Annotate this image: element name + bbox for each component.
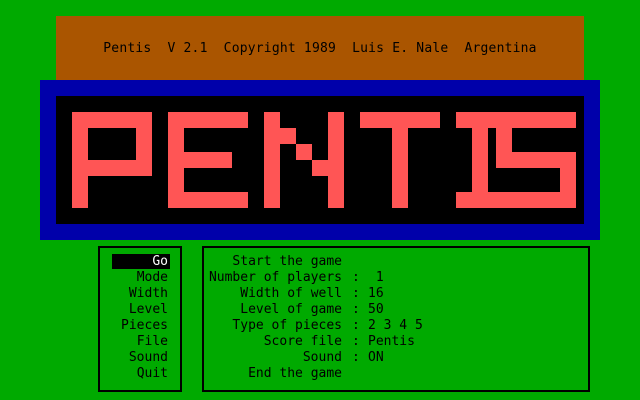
title-banner: Pentis V 2.1 Copyright 1989 Luis E. Nale… <box>56 16 584 80</box>
settings-row-value: Pentis <box>368 334 415 349</box>
settings-row-separator: : <box>352 350 360 365</box>
settings-row-separator: : <box>352 334 360 349</box>
menu-item-file[interactable]: File <box>112 334 170 349</box>
settings-row-separator: : <box>352 286 360 301</box>
logo-letter-n-block <box>296 144 312 160</box>
settings-row-value: 50 <box>368 302 384 317</box>
settings-row-label: End the game <box>248 366 342 381</box>
menu-item-pieces[interactable]: Pieces <box>112 318 170 333</box>
settings-row-label: Score file <box>263 334 342 349</box>
logo-letter-e-block <box>184 192 248 208</box>
logo-letter-n-block <box>328 112 344 208</box>
logo-letter-i-block <box>472 128 488 192</box>
logo-letter-e-block <box>168 112 184 208</box>
settings-row-value: ON <box>368 350 384 365</box>
menu-item-go[interactable]: Go <box>112 254 170 269</box>
settings-row: Number of players: 1 <box>206 270 586 286</box>
menu-item-mode[interactable]: Mode <box>112 270 170 285</box>
menu-item-level[interactable]: Level <box>112 302 170 317</box>
pentis-logo <box>56 96 584 224</box>
settings-row-separator: : <box>352 270 360 285</box>
logo-letter-n-block <box>312 160 328 176</box>
settings-row-label: Type of pieces <box>232 318 342 333</box>
logo-letter-e-block <box>184 152 232 168</box>
settings-row-label: Start the game <box>232 254 342 269</box>
settings-row: Width of well:16 <box>206 286 586 302</box>
logo-letter-p-block <box>136 112 152 176</box>
settings-row: Start the game <box>206 254 586 270</box>
settings-row-label: Level of game <box>240 302 342 317</box>
logo-letter-s-block <box>496 192 576 208</box>
menu-item-quit[interactable]: Quit <box>112 366 170 381</box>
logo-letter-s-block <box>560 160 576 192</box>
menu-panel: Go Mode Width Level Pieces File Sound Quit <box>98 246 182 392</box>
settings-row-label: Sound <box>302 350 342 365</box>
logo-letter-t-block <box>360 112 440 128</box>
settings-panel: Start the game Number of players: 1 Width … <box>202 246 590 392</box>
settings-row-label: Number of players <box>208 270 342 285</box>
settings-row: Score file: Pentis <box>206 334 586 350</box>
logo-letter-p-block <box>72 112 88 208</box>
logo-letter-t-block <box>392 128 408 208</box>
menu-item-width[interactable]: Width <box>112 286 170 301</box>
logo-frame <box>40 80 600 240</box>
logo-letter-p-block <box>88 160 136 176</box>
settings-row: Type of pieces:2 3 4 5 <box>206 318 586 334</box>
logo-letter-e-block <box>184 112 248 128</box>
settings-row-value: 2 3 4 5 <box>368 318 423 333</box>
settings-row: Level of game:50 <box>206 302 586 318</box>
logo-letter-p-block <box>88 112 136 128</box>
menu-item-sound[interactable]: Sound <box>112 350 170 365</box>
logo-letter-n-block <box>280 128 296 144</box>
pentis-logo-graphic <box>72 112 576 208</box>
settings-row: Sound: ON <box>206 350 586 366</box>
settings-row-value: 1 <box>368 270 384 285</box>
logo-letter-s-block <box>496 112 576 128</box>
logo-letter-n-block <box>264 112 280 208</box>
settings-row-separator: : <box>352 302 360 317</box>
settings-row-label: Width of well <box>240 286 342 301</box>
settings-row-separator: : <box>352 318 360 333</box>
settings-row: End the game <box>206 366 586 382</box>
settings-row-value: 16 <box>368 286 384 301</box>
title-text: Pentis V 2.1 Copyright 1989 Luis E. Nale… <box>103 40 537 56</box>
